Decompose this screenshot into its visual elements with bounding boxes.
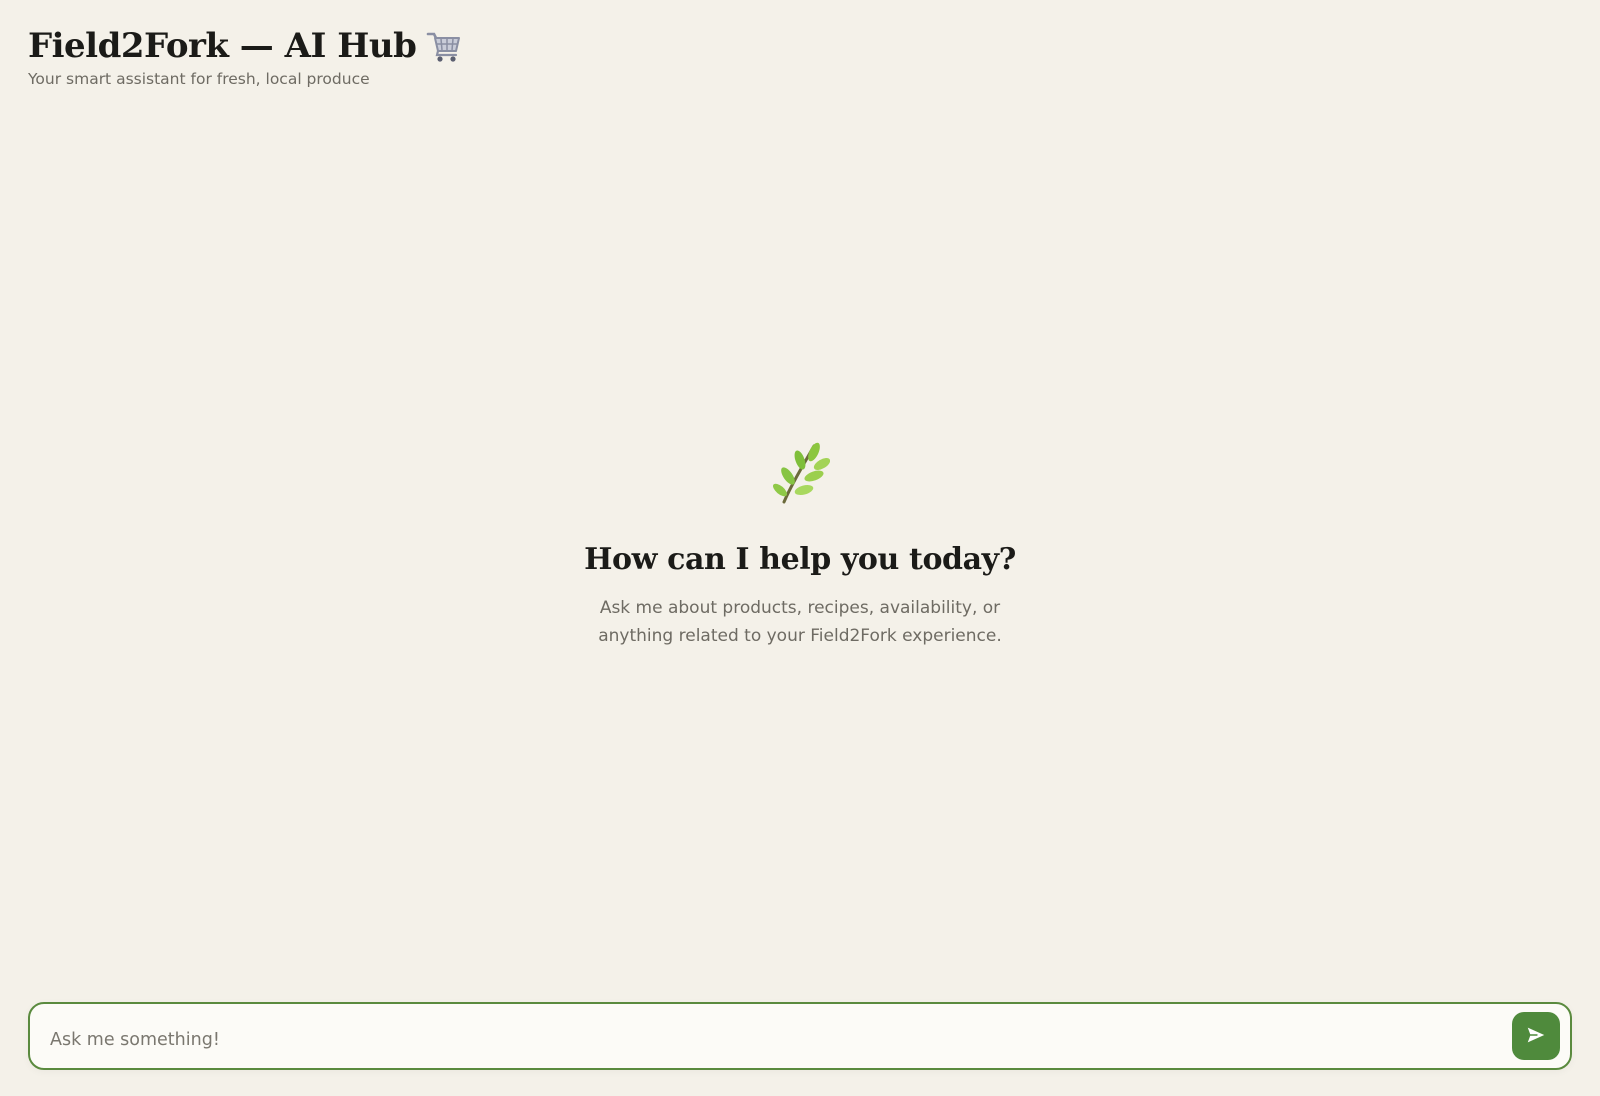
welcome-description: Ask me about products, recipes, availabi…: [598, 598, 1002, 646]
page-header: Field2Fork — AI Hub Your smart assistant…: [28, 24, 462, 88]
send-button[interactable]: [1512, 1012, 1560, 1060]
page-subtitle: Your smart assistant for fresh, local pr…: [28, 70, 370, 88]
chat-composer: [28, 1002, 1572, 1070]
chat-input[interactable]: [30, 1012, 1512, 1060]
chat-app: Field2Fork — AI Hub Your smart assistant…: [0, 0, 1600, 1096]
shopping-cart-icon: [426, 29, 462, 63]
send-icon: [1525, 1024, 1547, 1049]
empty-state: How can I help you today? Ask me about p…: [0, 440, 1600, 650]
page-title: Field2Fork — AI Hub: [28, 26, 417, 66]
title-row: Field2Fork — AI Hub: [28, 24, 462, 68]
welcome-heading: How can I help you today?: [584, 542, 1016, 577]
herb-leaf-icon: [770, 440, 831, 506]
